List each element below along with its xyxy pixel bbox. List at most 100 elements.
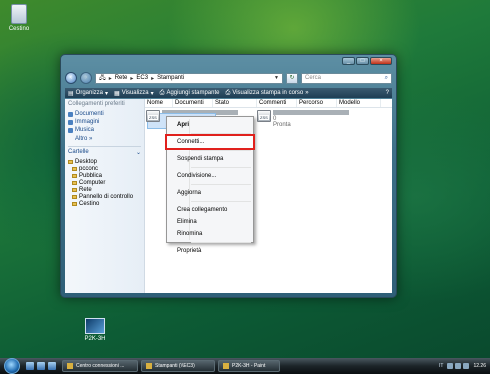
column-modello[interactable]: Modello	[337, 99, 381, 107]
p2k-label: P2K-3H	[84, 336, 106, 342]
system-tray: IT 12.26	[435, 358, 490, 374]
paint-icon	[223, 363, 229, 369]
switch-windows-icon[interactable]	[37, 362, 45, 370]
menu-item-sospendi-stampa[interactable]: Sospendi stampa	[167, 153, 253, 165]
column-headers: Nome Documenti Stato Commenti Percorso M…	[145, 99, 392, 108]
computer-icon	[72, 180, 77, 185]
p2k-desktop-icon[interactable]: P2K-3H	[80, 318, 110, 342]
refresh-button[interactable]: ↻	[286, 72, 298, 84]
recycle-bin-icon	[11, 4, 27, 24]
printer-status: Pronta	[273, 122, 291, 128]
menu-separator	[191, 201, 251, 202]
tree-item-desktop[interactable]: Desktop	[68, 158, 141, 165]
breadcrumb-rete[interactable]: Rete	[115, 75, 128, 81]
menu-item-condivisione[interactable]: Condivisione...	[167, 170, 253, 182]
navigation-pane: Collegamenti preferiti Documenti Immagin…	[65, 99, 145, 293]
tree-item-cestino[interactable]: Cestino	[68, 200, 141, 207]
print-queue-button[interactable]: ⎙ Visualizza stampa in corso»	[226, 90, 309, 97]
recycle-bin-label: Cestino	[8, 26, 30, 32]
menu-item-connetti[interactable]: Connetti...	[165, 134, 255, 150]
command-bar: ▤ Organizza ▾ ▦ Visualizza ▾ ⎙ Aggiungi st…	[65, 88, 392, 98]
menu-item-aggiorna[interactable]: Aggiorna	[167, 187, 253, 199]
menu-item-proprieta[interactable]: Proprietà	[167, 245, 253, 257]
column-percorso[interactable]: Percorso	[297, 99, 337, 107]
menu-separator	[191, 133, 251, 134]
taskbar-button-stampanti[interactable]: Stampanti (\\EC3)	[141, 360, 215, 372]
favorites-header: Collegamenti preferiti	[68, 101, 125, 107]
browser-icon[interactable]	[48, 362, 56, 370]
printer-icon: ZSS	[257, 110, 271, 122]
network-icon: 🖧	[99, 75, 106, 81]
user-folder-icon	[72, 166, 77, 171]
menu-separator	[191, 150, 251, 151]
printer-item[interactable]: ZSS 0 Pronta	[257, 110, 349, 128]
menu-item-crea-collegamento[interactable]: Crea collegamento	[167, 204, 253, 216]
menu-item-apri[interactable]: Apri	[167, 119, 253, 131]
menu-item-elimina[interactable]: Elimina	[167, 216, 253, 228]
menu-item-rinomina[interactable]: Rinomina	[167, 228, 253, 240]
folders-toggle[interactable]: Cartelle ⌄	[68, 146, 141, 156]
start-button[interactable]	[4, 358, 20, 374]
address-row: ‹ › 🖧 ▸ Rete ▸ EC3 ▸ Stampanti ▼ ↻ Cerca…	[65, 71, 392, 85]
chevron-down-icon[interactable]: ▼	[274, 75, 279, 81]
network-icon	[72, 187, 77, 192]
search-icon[interactable]: ⌕	[385, 75, 388, 82]
window-controls: _ □ ×	[342, 57, 392, 65]
nav-link-musica[interactable]: Musica	[68, 126, 141, 134]
menu-separator	[191, 242, 251, 243]
organize-icon: ▤	[68, 90, 74, 97]
pictures-icon	[68, 119, 73, 125]
address-bar[interactable]: 🖧 ▸ Rete ▸ EC3 ▸ Stampanti ▼	[95, 72, 283, 84]
tree-item-pcconc[interactable]: pcconc	[68, 165, 141, 172]
help-icon[interactable]: ?	[386, 90, 389, 96]
add-printer-icon: ⎙	[159, 89, 165, 96]
folder-tree: Desktop pcconc Pubblica Computer Rete Pa…	[68, 158, 141, 207]
tree-item-pannello[interactable]: Pannello di controllo	[68, 193, 141, 200]
views-button[interactable]: ▦ Visualizza ▾	[114, 90, 154, 97]
maximize-button[interactable]: □	[356, 57, 369, 65]
add-printer-button[interactable]: ⎙ Aggiungi stampante	[160, 90, 220, 97]
column-documenti[interactable]: Documenti	[173, 99, 213, 107]
views-icon: ▦	[114, 90, 120, 97]
close-button[interactable]: ×	[370, 57, 392, 65]
tree-item-computer[interactable]: Computer	[68, 179, 141, 186]
taskbar-button-centro-connessioni[interactable]: Centro connessioni ...	[62, 360, 138, 372]
organize-button[interactable]: ▤ Organizza ▾	[68, 90, 108, 97]
nav-more-link[interactable]: Altro »	[68, 136, 141, 142]
taskbar-button-paint[interactable]: P2K-3H - Paint	[218, 360, 280, 372]
printer-icon: ZSS	[146, 110, 160, 122]
back-button[interactable]: ‹	[65, 72, 77, 84]
minimize-button[interactable]: _	[342, 57, 355, 65]
tree-item-pubblica[interactable]: Pubblica	[68, 172, 141, 179]
column-nome[interactable]: Nome	[145, 99, 173, 107]
music-icon	[68, 127, 73, 133]
tree-item-rete[interactable]: Rete	[68, 186, 141, 193]
folder-icon	[146, 363, 152, 369]
printer-name-redacted	[273, 110, 349, 115]
language-indicator[interactable]: IT	[439, 363, 443, 369]
chevron-down-icon: ⌄	[135, 150, 141, 156]
search-input[interactable]: Cerca ⌕	[301, 72, 392, 84]
show-desktop-icon[interactable]	[26, 362, 34, 370]
context-menu: Apri Connetti... Sospendi stampa Condivi…	[165, 116, 255, 254]
nav-link-immagini[interactable]: Immagini	[68, 118, 141, 126]
network-tray-icon[interactable]	[447, 363, 454, 369]
menu-separator	[191, 167, 251, 168]
column-stato[interactable]: Stato	[213, 99, 257, 107]
network-center-icon	[67, 363, 73, 369]
breadcrumb-ec3[interactable]: EC3	[136, 75, 148, 81]
forward-button[interactable]: ›	[80, 72, 92, 84]
recycle-bin-icon	[72, 201, 77, 206]
image-file-icon	[85, 318, 105, 334]
menu-separator	[191, 184, 251, 185]
control-panel-icon	[72, 194, 77, 199]
column-commenti[interactable]: Commenti	[257, 99, 297, 107]
security-icon[interactable]	[463, 363, 470, 369]
breadcrumb-stampanti[interactable]: Stampanti	[157, 75, 184, 81]
desktop-folder-icon	[68, 159, 73, 164]
nav-link-documenti[interactable]: Documenti	[68, 110, 141, 118]
quick-launch	[26, 362, 56, 370]
recycle-bin-desktop-icon[interactable]: Cestino	[4, 4, 34, 32]
volume-icon[interactable]	[455, 363, 462, 369]
clock[interactable]: 12.26	[473, 363, 486, 369]
